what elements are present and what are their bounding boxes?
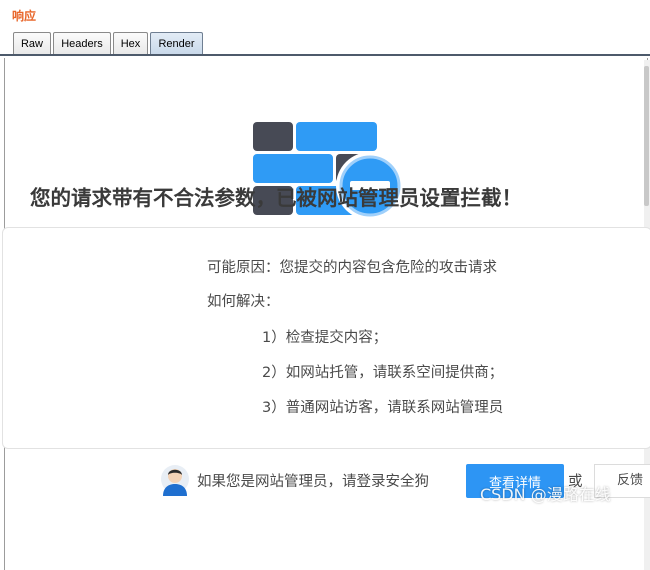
block-heading: 您的请求带有不合法参数，已被网站管理员设置拦截！ — [30, 186, 522, 210]
brick-blue-middle — [253, 154, 333, 183]
admin-login-prompt: 如果您是网站管理员，请登录安全狗 — [197, 474, 429, 490]
scrollbar-thumb[interactable] — [644, 66, 649, 206]
response-section-title: 响应 — [12, 9, 37, 23]
admin-avatar-icon — [161, 465, 189, 496]
brick-dark-top — [253, 122, 293, 151]
tab-headers[interactable]: Headers — [53, 32, 111, 54]
tab-render[interactable]: Render — [150, 32, 203, 54]
solution-step-1: 1）检查提交内容； — [262, 330, 388, 346]
response-tab-bar: Raw Headers Hex Render — [0, 30, 650, 56]
brick-blue-top — [296, 122, 377, 151]
tab-divider — [0, 54, 650, 56]
solution-title: 如何解决： — [207, 294, 280, 310]
reason-text: 可能原因：您提交的内容包含危险的攻击请求 — [207, 260, 497, 276]
solution-step-2: 2）如网站托管，请联系空间提供商； — [262, 365, 504, 381]
csdn-watermark: CSDN @漫路在线 — [480, 485, 611, 504]
tab-raw[interactable]: Raw — [13, 32, 51, 54]
solution-step-3: 3）普通网站访客，请联系网站管理员 — [262, 400, 504, 416]
tab-hex[interactable]: Hex — [113, 32, 148, 54]
